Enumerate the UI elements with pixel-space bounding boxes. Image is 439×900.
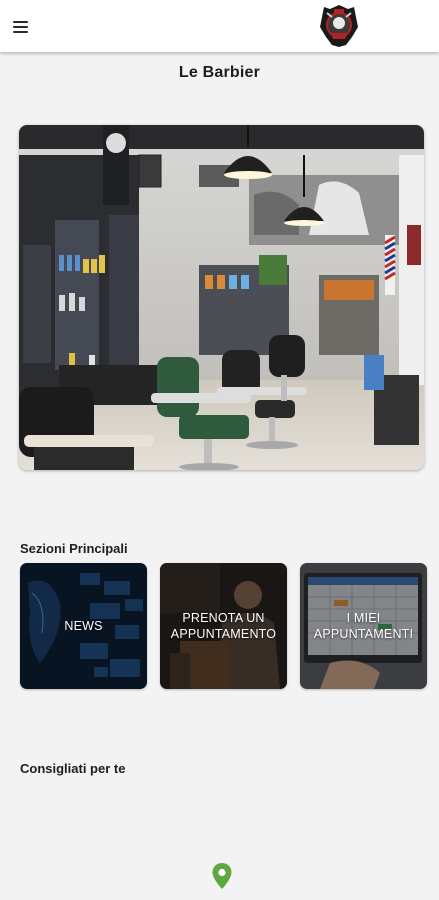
barber-logo (320, 5, 358, 47)
book-appointment-card[interactable]: PRENOTA UN APPUNTAMENTO (160, 563, 287, 689)
news-card-label: NEWS (64, 619, 103, 633)
news-card[interactable]: NEWS (20, 563, 147, 689)
hamburger-icon-line (13, 26, 28, 28)
hamburger-icon-line (13, 31, 28, 33)
book-appointment-card-label: PRENOTA UN APPUNTAMENTO (170, 611, 277, 641)
recommended-heading: Consigliati per te (20, 761, 126, 776)
map-pin-icon[interactable] (211, 862, 233, 890)
my-appointments-card-label: I MIEI APPUNTAMENTI (313, 611, 414, 641)
page-title: Le Barbier (178, 64, 261, 81)
my-appointments-card[interactable]: I MIEI APPUNTAMENTI (300, 563, 427, 689)
app-bar (0, 0, 439, 52)
hamburger-icon (13, 21, 28, 23)
menu-button[interactable] (10, 16, 32, 38)
hero-image (19, 125, 424, 470)
main-sections-heading: Sezioni Principali (20, 541, 128, 556)
